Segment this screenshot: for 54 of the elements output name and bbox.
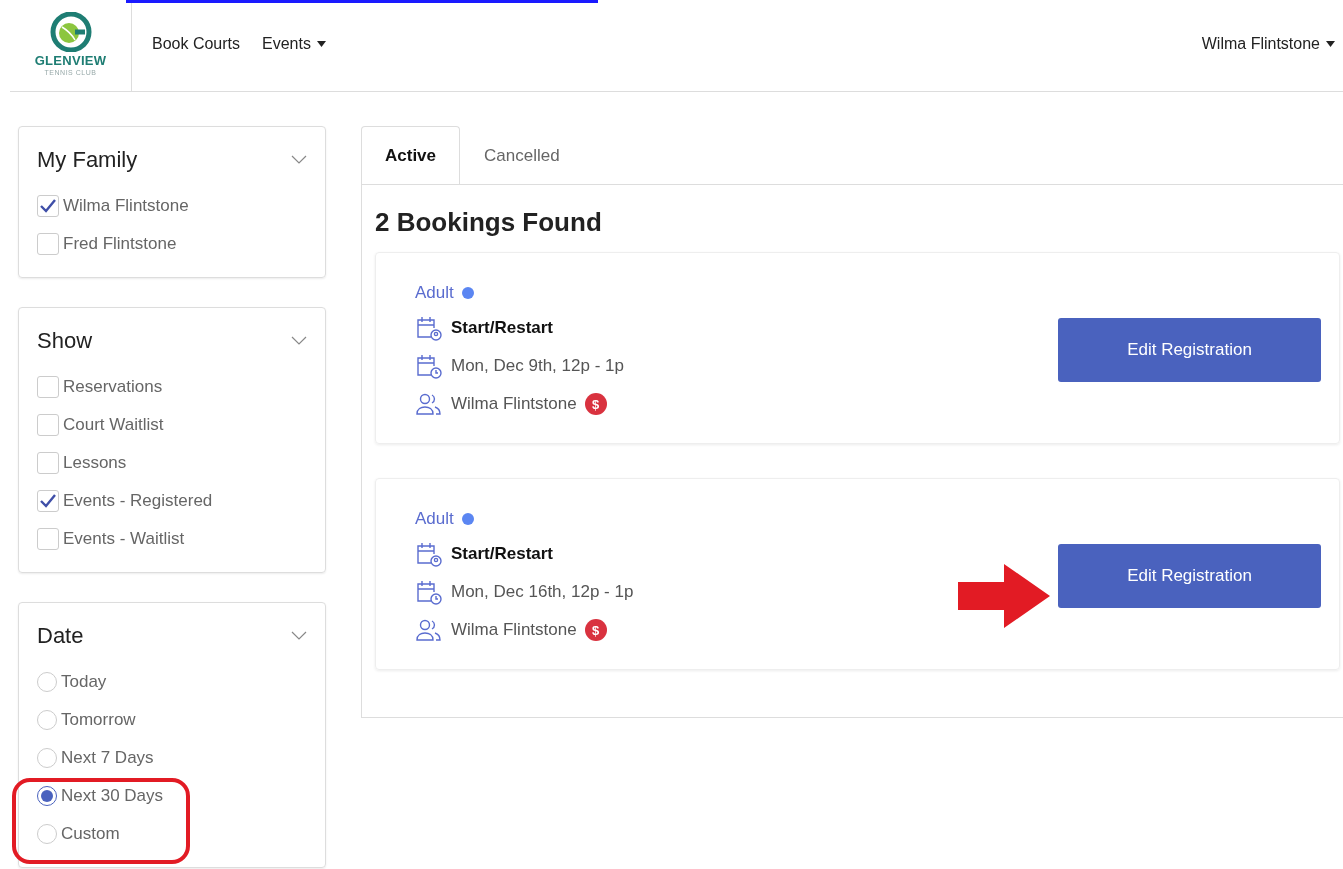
nav-link[interactable]: Book Courts [152,35,241,53]
status-dot [461,287,474,299]
checkbox[interactable] [37,528,59,550]
filter-title: Show [37,328,93,354]
chevron-down-icon[interactable] [291,155,307,165]
option-label: Wilma Flintstone [63,196,189,216]
option-label: Today [61,672,107,692]
option-label: Fred Flintstone [63,234,177,254]
chevron-down-icon[interactable] [291,336,307,346]
calendar-person-icon [415,315,443,341]
user-menu[interactable]: Wilma Flintstone [1201,35,1335,59]
option-label: Events - Registered [63,491,213,511]
people-icon [415,617,443,643]
calendar-clock-icon [415,353,443,379]
tab[interactable]: Active [361,126,461,185]
option-label: Court Waitlist [63,415,164,435]
caret-icon [1326,41,1335,47]
payment-badge: $ [584,619,607,641]
checkbox[interactable] [37,233,59,255]
booking-title: Start/Restart [451,318,554,338]
edit-registration-button[interactable]: Edit Registration [1058,544,1321,608]
logo-icon [49,12,92,52]
option-label: Lessons [63,453,127,473]
option-label: Next 7 Days [61,748,154,768]
option-label: Events - Waitlist [63,529,185,549]
filter-title: Date [37,623,84,649]
checkbox[interactable] [37,376,59,398]
results-heading: 2 Bookings Found [375,207,603,238]
checkbox[interactable] [37,195,59,217]
edit-registration-button[interactable]: Edit Registration [1058,318,1321,382]
filter-title: My Family [37,147,138,173]
booking-member: Wilma Flintstone [451,394,577,414]
caret-icon [316,41,326,47]
booking-time: Mon, Dec 16th, 12p - 1p [451,582,634,602]
booking-title: Start/Restart [451,544,554,564]
checkbox[interactable] [37,414,59,436]
payment-badge: $ [584,393,607,415]
option-label: Reservations [63,377,163,397]
option-label: Next 30 Days [61,786,164,806]
checkbox[interactable] [37,452,59,474]
booking-category: Adult [415,509,454,529]
booking-category: Adult [415,283,454,303]
logo-name: GLENVIEW [34,53,107,68]
option-label: Tomorrow [61,710,136,730]
nav-link[interactable]: Events [262,35,326,53]
booking-member: Wilma Flintstone [451,620,577,640]
booking-time: Mon, Dec 9th, 12p - 1p [451,356,624,376]
calendar-person-icon [415,541,443,567]
checkbox[interactable] [37,490,59,512]
chevron-down-icon[interactable] [291,631,307,641]
status-dot [461,513,474,525]
people-icon [415,391,443,417]
option-label: Custom [61,824,120,844]
calendar-clock-icon [415,579,443,605]
